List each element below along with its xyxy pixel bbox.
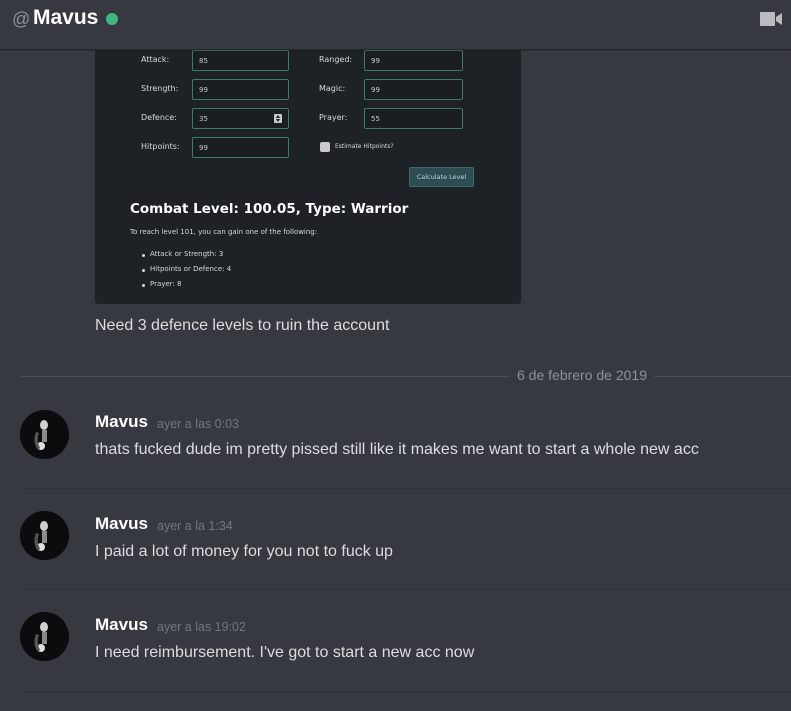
avatar[interactable]	[20, 612, 69, 661]
prayer-label: Prayer:	[319, 113, 348, 122]
skull-figure-icon	[20, 612, 69, 661]
message-timestamp: ayer a las 0:03	[157, 417, 239, 431]
skull-figure-icon	[20, 410, 69, 459]
at-icon: @	[12, 9, 31, 29]
message-text: thats fucked dude im pretty pissed still…	[95, 441, 699, 458]
defence-input: 35	[192, 108, 289, 129]
calculate-level-button: Calculate Level	[409, 167, 474, 187]
ranged-label: Ranged:	[319, 55, 353, 64]
defence-value: 35	[199, 115, 208, 123]
hitpoints-input: 99	[192, 137, 289, 158]
attack-label: Attack:	[141, 55, 170, 64]
message-text: I paid a lot of money for you not to fuc…	[95, 543, 393, 560]
channel-name[interactable]: Mavus	[33, 6, 98, 30]
combat-level-result: Combat Level: 100.05, Type: Warrior	[130, 201, 409, 217]
message-text: Need 3 defence levels to ruin the accoun…	[95, 317, 390, 334]
avatar[interactable]	[20, 410, 69, 459]
list-item: Hitpoints or Defence: 4	[141, 265, 231, 280]
ranged-input: 99	[364, 50, 463, 71]
avatar[interactable]	[20, 511, 69, 560]
skull-figure-icon	[20, 511, 69, 560]
channel-header: @ Mavus	[0, 0, 791, 50]
date-divider-line	[20, 376, 791, 377]
message-timestamp: ayer a las 19:02	[157, 620, 246, 634]
magic-input: 99	[364, 79, 463, 100]
level-options-list: Attack or Strength: 3 Hitpoints or Defen…	[141, 250, 231, 295]
message-author[interactable]: Mavus	[95, 615, 148, 635]
message-separator	[20, 488, 791, 489]
estimate-hitpoints-label: Estimate Hitpoints?	[335, 143, 394, 150]
hitpoints-label: Hitpoints:	[141, 142, 180, 151]
defence-label: Defence:	[141, 113, 177, 122]
estimate-hitpoints-checkbox	[320, 142, 330, 152]
video-camera-icon[interactable]	[760, 11, 782, 27]
spinner-icon	[274, 114, 282, 123]
message-timestamp: ayer a la 1:34	[157, 519, 233, 533]
strength-input: 99	[192, 79, 289, 100]
strength-label: Strength:	[141, 84, 179, 93]
message-separator	[20, 692, 791, 693]
message-separator	[20, 589, 791, 590]
list-item: Prayer: 8	[141, 280, 231, 295]
reach-level-text: To reach level 101, you can gain one of …	[130, 228, 318, 236]
attachment-image[interactable]: Attack: 85 Strength: 99 Defence: 35 Hitp…	[95, 30, 521, 304]
prayer-input: 55	[364, 108, 463, 129]
attack-input: 85	[192, 50, 289, 71]
message-text: I need reimbursement. I've got to start …	[95, 644, 475, 661]
date-divider: 6 de febrero de 2019	[510, 367, 654, 383]
list-item: Attack or Strength: 3	[141, 250, 231, 265]
magic-label: Magic:	[319, 84, 346, 93]
online-status-icon	[106, 13, 118, 25]
message-author[interactable]: Mavus	[95, 412, 148, 432]
message-author[interactable]: Mavus	[95, 514, 148, 534]
